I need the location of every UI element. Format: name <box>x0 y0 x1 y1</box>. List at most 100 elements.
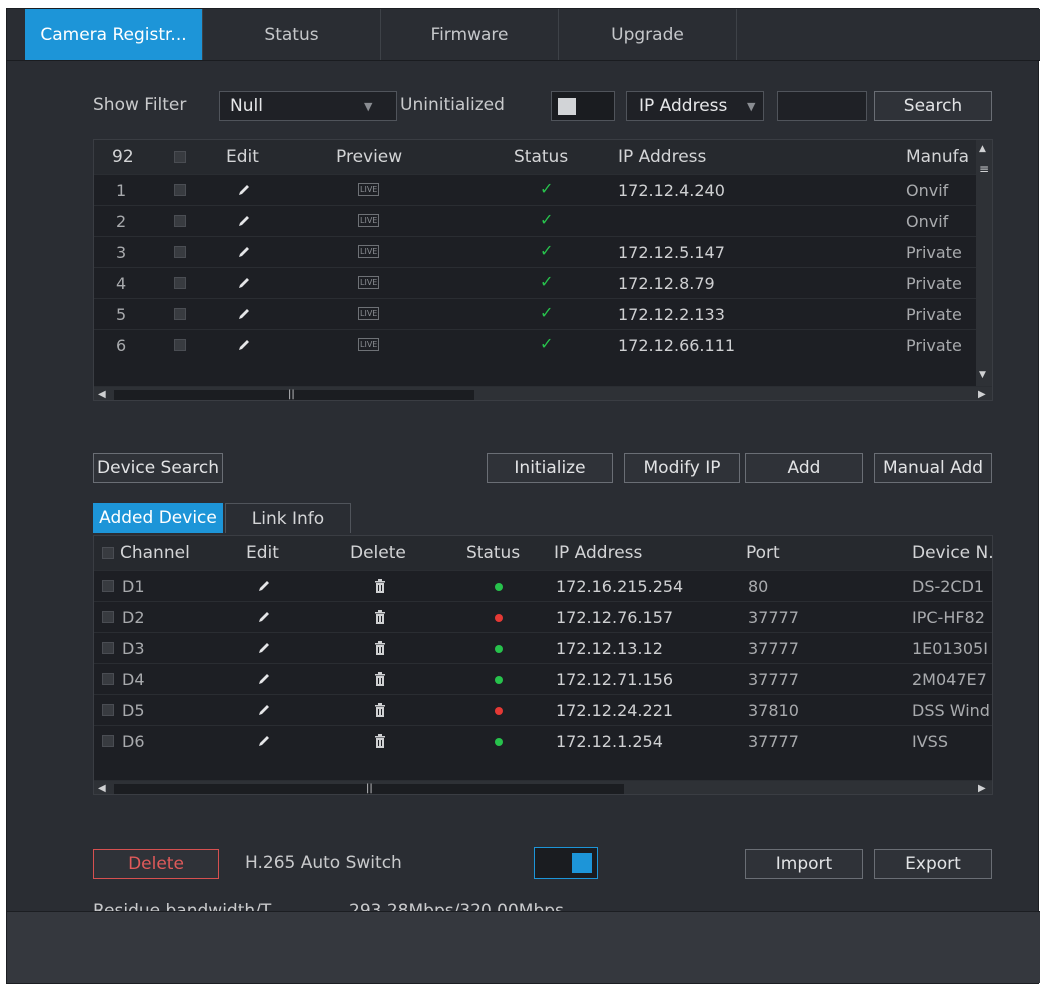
status-dot <box>495 676 503 684</box>
tab-firmware[interactable]: Firmware <box>381 9 559 60</box>
port-cell: 37777 <box>748 608 799 627</box>
horizontal-scrollbar[interactable]: ◀ || ▶ <box>94 780 992 794</box>
trash-icon[interactable] <box>374 672 386 686</box>
initialize-button[interactable]: Initialize <box>487 453 613 483</box>
scroll-left-icon[interactable]: ◀ <box>98 781 106 794</box>
channel-cell: D1 <box>122 577 145 596</box>
live-preview-icon[interactable]: LIVE <box>358 307 380 320</box>
table-row[interactable]: D2 172.12.76.157 37777 IPC-HF82 <box>94 601 992 632</box>
table-row[interactable]: D5 172.12.24.221 37810 DSS Wind <box>94 694 992 725</box>
chevron-down-icon: ▼ <box>364 100 373 113</box>
table-row[interactable]: 1 LIVE ✓ 172.12.4.240 Onvif <box>94 174 992 205</box>
pencil-icon[interactable] <box>256 609 272 625</box>
search-by-select[interactable]: IP Address ▼ <box>626 91 764 121</box>
trash-icon[interactable] <box>374 641 386 655</box>
table-row[interactable]: 3 LIVE ✓ 172.12.5.147 Private <box>94 236 992 267</box>
manual-add-button[interactable]: Manual Add <box>874 453 992 483</box>
row-checkbox[interactable] <box>102 642 114 654</box>
ip-address-cell: 172.12.13.12 <box>556 639 663 658</box>
search-by-value: IP Address <box>639 96 728 116</box>
pencil-icon[interactable] <box>236 244 252 260</box>
import-button[interactable]: Import <box>745 849 863 879</box>
pencil-icon[interactable] <box>236 213 252 229</box>
trash-icon[interactable] <box>374 734 386 748</box>
search-button[interactable]: Search <box>874 91 992 121</box>
table-row[interactable]: D1 172.16.215.254 80 DS-2CD1 <box>94 570 992 601</box>
toggle-knob <box>558 98 576 115</box>
delete-button[interactable]: Delete <box>93 849 219 879</box>
row-checkbox[interactable] <box>174 215 186 227</box>
table-row[interactable]: 2 LIVE ✓ Onvif <box>94 205 992 236</box>
pencil-icon[interactable] <box>236 275 252 291</box>
tab-link-info[interactable]: Link Info <box>225 503 351 533</box>
export-button[interactable]: Export <box>874 849 992 879</box>
device-name-cell: IVSS <box>912 732 948 751</box>
device-search-button[interactable]: Device Search <box>93 453 223 483</box>
tab-upgrade[interactable]: Upgrade <box>559 9 737 60</box>
live-preview-icon[interactable]: LIVE <box>358 276 380 289</box>
row-checkbox[interactable] <box>174 246 186 258</box>
search-input[interactable] <box>777 91 867 121</box>
live-preview-icon[interactable]: LIVE <box>358 338 380 351</box>
scroll-left-icon[interactable]: ◀ <box>98 387 106 400</box>
tab-bar: Camera Registr... Status Firmware Upgrad… <box>7 9 1040 61</box>
table-header: Channel Edit Delete Status IP Address Po… <box>94 536 992 570</box>
pencil-icon[interactable] <box>236 182 252 198</box>
tab-status[interactable]: Status <box>203 9 381 60</box>
trash-icon[interactable] <box>374 703 386 717</box>
select-all-checkbox[interactable] <box>102 547 114 559</box>
scroll-right-icon[interactable]: ▶ <box>978 781 986 794</box>
table-row[interactable]: D6 172.12.1.254 37777 IVSS <box>94 725 992 756</box>
device-name-cell: 2M047E7 <box>912 670 987 689</box>
added-device-table: Channel Edit Delete Status IP Address Po… <box>93 535 993 795</box>
live-preview-icon[interactable]: LIVE <box>358 245 380 258</box>
select-all-checkbox[interactable] <box>174 151 186 163</box>
manufacturer-cell: Private <box>906 336 962 355</box>
ip-address-cell: 172.12.1.254 <box>556 732 663 751</box>
pencil-icon[interactable] <box>256 702 272 718</box>
port-cell: 80 <box>748 577 769 596</box>
pencil-icon[interactable] <box>256 640 272 656</box>
col-status: Status <box>466 543 521 563</box>
trash-icon[interactable] <box>374 579 386 593</box>
table-row[interactable]: 6 LIVE ✓ 172.12.66.111 Private <box>94 329 992 360</box>
row-checkbox[interactable] <box>174 308 186 320</box>
pencil-icon[interactable] <box>236 306 252 322</box>
tab-camera-registration[interactable]: Camera Registr... <box>25 9 203 60</box>
table-row[interactable]: 4 LIVE ✓ 172.12.8.79 Private <box>94 267 992 298</box>
scroll-down-icon[interactable]: ▼ <box>979 370 986 380</box>
tab-added-device[interactable]: Added Device <box>93 503 223 533</box>
uninitialized-toggle[interactable] <box>551 91 615 121</box>
table-row[interactable]: 5 LIVE ✓ 172.12.2.133 Private <box>94 298 992 329</box>
port-cell: 37810 <box>748 701 799 720</box>
horizontal-scrollbar[interactable]: ◀ || ▶ <box>94 386 992 400</box>
row-checkbox[interactable] <box>102 580 114 592</box>
modify-ip-button[interactable]: Modify IP <box>624 453 740 483</box>
h265-toggle[interactable] <box>534 847 598 879</box>
scroll-right-icon[interactable]: ▶ <box>978 387 986 400</box>
row-checkbox[interactable] <box>102 704 114 716</box>
pencil-icon[interactable] <box>256 578 272 594</box>
table-row[interactable]: D3 172.12.13.12 37777 1E01305I <box>94 632 992 663</box>
scroll-up-icon[interactable]: ▲ <box>979 144 986 154</box>
row-checkbox[interactable] <box>102 673 114 685</box>
ip-address-cell: 172.16.215.254 <box>556 577 684 596</box>
row-checkbox[interactable] <box>174 184 186 196</box>
pencil-icon[interactable] <box>236 337 252 353</box>
filter-select[interactable]: Null ▼ <box>219 91 397 121</box>
trash-icon[interactable] <box>374 610 386 624</box>
ip-address-cell: 172.12.71.156 <box>556 670 674 689</box>
vertical-scrollbar[interactable]: ▲ ≡ ▼ <box>976 140 992 386</box>
row-checkbox[interactable] <box>174 339 186 351</box>
live-preview-icon[interactable]: LIVE <box>358 214 380 227</box>
table-row[interactable]: D4 172.12.71.156 37777 2M047E7 <box>94 663 992 694</box>
add-button[interactable]: Add <box>745 453 863 483</box>
row-checkbox[interactable] <box>102 735 114 747</box>
pencil-icon[interactable] <box>256 733 272 749</box>
ip-address-cell: 172.12.24.221 <box>556 701 674 720</box>
pencil-icon[interactable] <box>256 671 272 687</box>
row-checkbox[interactable] <box>102 611 114 623</box>
live-preview-icon[interactable]: LIVE <box>358 183 380 196</box>
row-checkbox[interactable] <box>174 277 186 289</box>
check-icon: ✓ <box>540 334 554 353</box>
